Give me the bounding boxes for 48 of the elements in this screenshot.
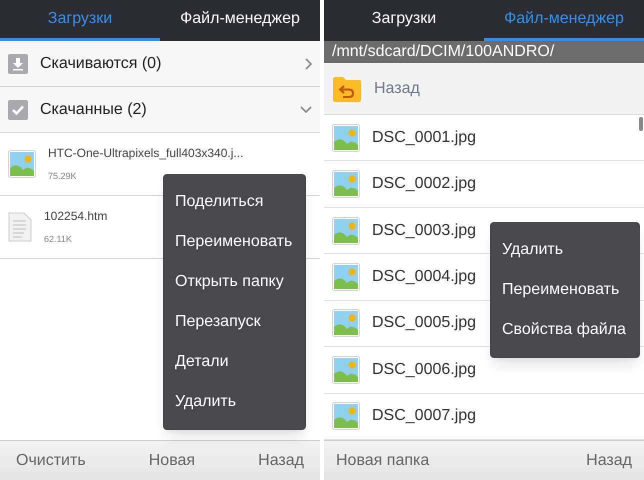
file-name: DSC_0005.jpg (372, 313, 476, 334)
image-file-icon (332, 124, 360, 152)
image-file-icon (332, 262, 360, 291)
image-file-icon (332, 216, 360, 245)
download-icon (8, 54, 28, 74)
toolbar-button[interactable]: Очистить (12, 448, 90, 472)
section-header[interactable]: Скачиваются (0) (0, 41, 320, 87)
menu-item[interactable]: Переименовать (163, 222, 306, 262)
toolbar-button[interactable]: Новая папка (332, 448, 434, 472)
folder-back-icon (332, 74, 362, 102)
image-file-icon (332, 309, 360, 338)
file-row[interactable]: DSC_0001.jpg (324, 115, 644, 162)
image-file-icon (332, 402, 360, 430)
toolbar-button[interactable]: Назад (254, 448, 308, 472)
path-bar: /mnt/sdcard/DCIM/100ANDRO/ (324, 41, 644, 63)
section-title: Скачиваются (0) (40, 54, 162, 74)
file-name: DSC_0001.jpg (372, 128, 476, 148)
toolbar-button[interactable]: Новая (144, 448, 200, 472)
checkmark-icon (8, 100, 28, 120)
file-name: DSC_0004.jpg (372, 266, 476, 287)
file-row[interactable]: DSC_0002.jpg (324, 161, 644, 208)
section-title: Скачанные (2) (40, 100, 148, 120)
file-name: HTC-One-Ultrapixels_full403x340.j... (48, 145, 244, 162)
menu-item[interactable]: Детали (163, 342, 306, 382)
tab[interactable]: Файл-менеджер (160, 0, 320, 41)
tab[interactable]: Загрузки (324, 0, 484, 41)
image-file-icon (332, 356, 360, 384)
toolbar-button[interactable]: Назад (582, 448, 636, 472)
menu-item[interactable]: Открыть папку (163, 262, 306, 302)
back-label: Назад (374, 78, 420, 98)
menu-item[interactable]: Удалить (163, 382, 306, 422)
menu-item[interactable]: Свойства файла (490, 310, 640, 350)
file-name: DSC_0003.jpg (372, 220, 476, 241)
scrollbar (639, 117, 643, 131)
image-file-icon (332, 170, 360, 198)
file-name: DSC_0006.jpg (372, 360, 476, 380)
document-file-icon (8, 212, 32, 242)
file-name: 102254.htm (44, 208, 108, 226)
back-row[interactable]: Назад (324, 63, 644, 115)
image-file-icon (8, 150, 36, 178)
menu-item[interactable]: Перезапуск (163, 302, 306, 342)
file-size: 75.29K (48, 170, 78, 184)
section-header[interactable]: Скачанные (2) (0, 87, 320, 133)
file-name: DSC_0007.jpg (372, 406, 476, 426)
chevron-right-icon (305, 58, 312, 70)
chevron-down-icon (300, 106, 312, 113)
file-size: 62.11K (44, 233, 73, 246)
file-name: DSC_0002.jpg (372, 174, 476, 194)
